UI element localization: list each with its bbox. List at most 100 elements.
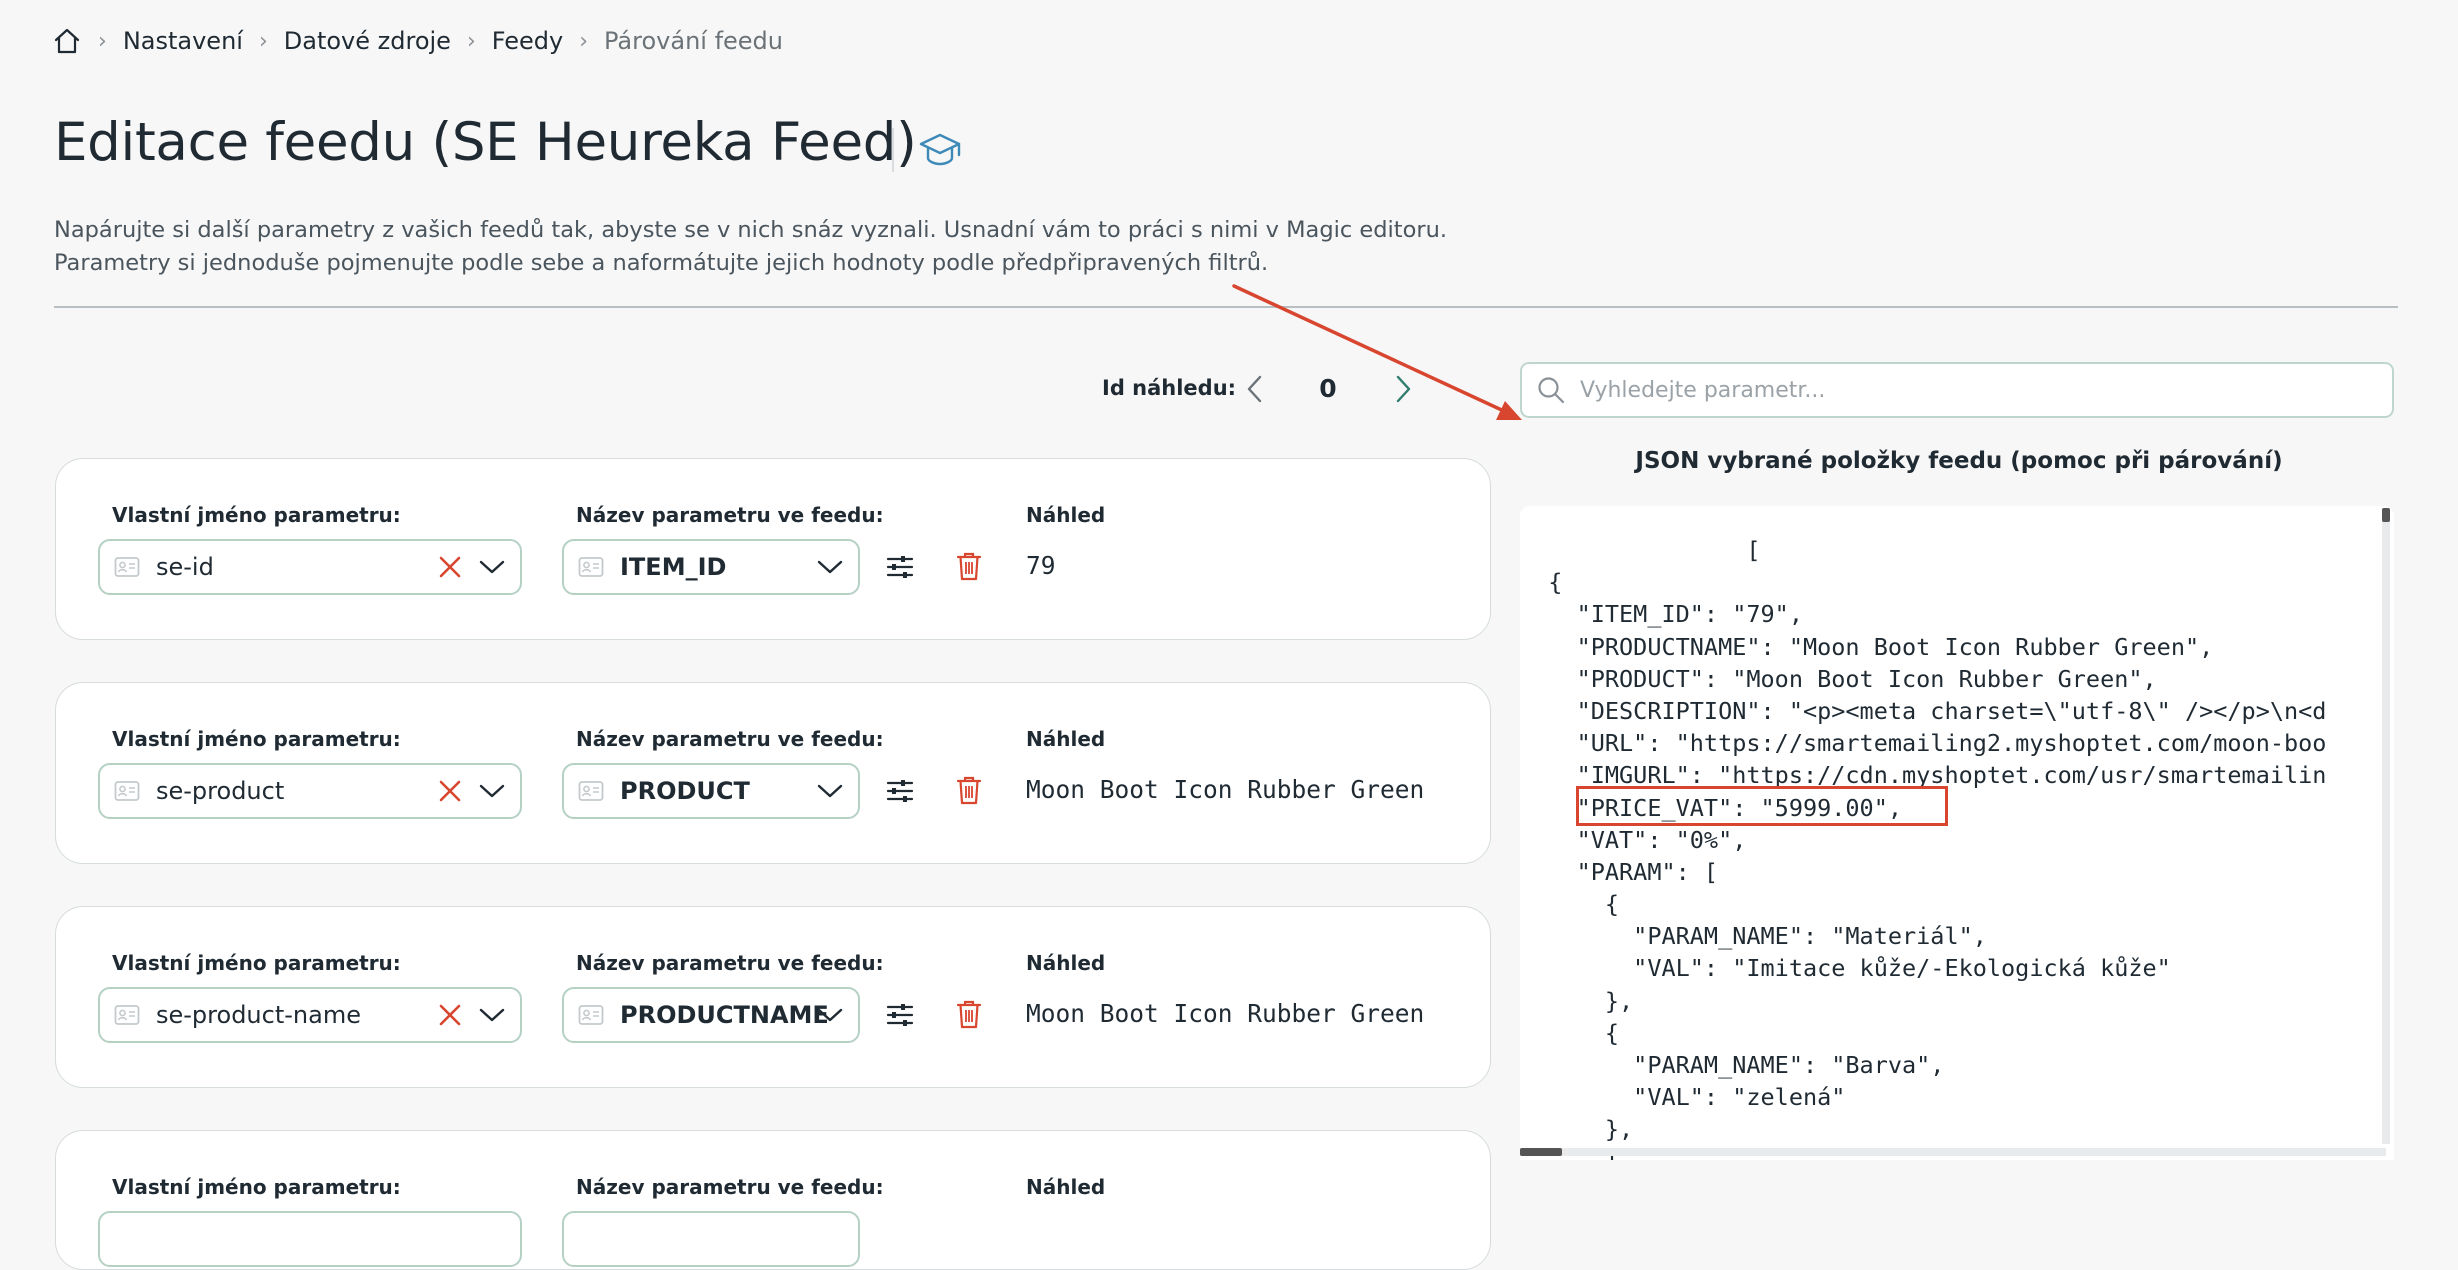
intro-text: Napárujte si další parametry z vašich fe… xyxy=(54,214,1447,280)
json-panel-title: JSON vybrané položky feedu (pomoc při pá… xyxy=(1635,448,2283,474)
feed-param-label: Název parametru ve feedu: xyxy=(576,727,884,751)
close-icon[interactable] xyxy=(438,1003,462,1027)
chevron-down-icon[interactable] xyxy=(816,1005,844,1025)
close-icon[interactable] xyxy=(438,555,462,579)
json-line: "VAL": "Imitace kůže/-Ekologická kůže" xyxy=(1520,954,2171,983)
id-card-icon xyxy=(578,557,604,577)
json-line: { xyxy=(1520,1018,1620,1047)
json-panel[interactable]: [ { "ITEM_ID": "79", "PRODUCTNAME": "Moo… xyxy=(1520,506,2394,1160)
breadcrumb-item-settings[interactable]: Nastavení xyxy=(123,27,243,55)
home-icon[interactable] xyxy=(52,26,82,56)
chevron-down-icon[interactable] xyxy=(478,781,506,801)
json-line: "URL": "https://smartemailing2.myshoptet… xyxy=(1520,729,2327,758)
vertical-scrollbar[interactable] xyxy=(2382,508,2390,1144)
filter-settings-icon[interactable] xyxy=(886,777,914,805)
json-line: { xyxy=(1520,890,1620,919)
chevron-down-icon[interactable] xyxy=(816,781,844,801)
json-line: "PARAM_NAME": "Barva", xyxy=(1520,1051,1945,1079)
preview-value: 79 xyxy=(1026,551,1056,580)
scrollbar-thumb[interactable] xyxy=(2382,508,2390,522)
id-card-icon xyxy=(114,1005,140,1025)
trash-icon[interactable] xyxy=(956,551,982,581)
feed-param-label: Název parametru ve feedu: xyxy=(576,503,884,527)
id-card-icon xyxy=(578,1005,604,1025)
feed-param-select[interactable]: ITEM_ID xyxy=(562,539,860,595)
trash-icon[interactable] xyxy=(956,775,982,805)
filter-settings-icon[interactable] xyxy=(886,1001,914,1029)
chevron-down-icon[interactable] xyxy=(478,557,506,577)
json-line: "VAL": "zelená" xyxy=(1520,1083,1846,1112)
json-line: }, xyxy=(1520,1115,1634,1144)
json-code: [ { "ITEM_ID": "79", "PRODUCTNAME": "Moo… xyxy=(1520,534,2326,1160)
param-card: Vlastní jméno parametru: Název parametru… xyxy=(55,682,1491,864)
custom-name-label: Vlastní jméno parametru: xyxy=(112,1175,401,1199)
param-card: Vlastní jméno parametru: Název parametru… xyxy=(55,458,1491,640)
preview-label: Náhled xyxy=(1026,951,1106,975)
breadcrumb-separator: › xyxy=(579,28,589,54)
preview-value: Moon Boot Icon Rubber Green xyxy=(1026,999,1425,1028)
breadcrumb-item-feeds[interactable]: Feedy xyxy=(492,27,563,55)
intro-line: Napárujte si další parametry z vašich fe… xyxy=(54,217,1448,243)
close-icon[interactable] xyxy=(438,779,462,803)
feed-param-value: PRODUCTNAME xyxy=(620,1001,829,1029)
json-line: "PARAM_NAME": "Materiál", xyxy=(1520,922,1987,951)
graduation-cap-icon[interactable] xyxy=(918,128,962,172)
custom-name-label: Vlastní jméno parametru: xyxy=(112,503,401,527)
custom-name-select[interactable]: se-id xyxy=(98,539,522,595)
json-line: "PRODUCTNAME": "Moon Boot Icon Rubber Gr… xyxy=(1520,632,2214,661)
feed-param-value: ITEM_ID xyxy=(620,553,727,581)
preview-id-value: 0 xyxy=(1319,374,1337,403)
breadcrumb-separator: › xyxy=(466,28,476,54)
preview-id-label: Id náhledu: xyxy=(1102,376,1237,400)
id-card-icon xyxy=(578,781,604,801)
json-line: "PRODUCT": "Moon Boot Icon Rubber Green"… xyxy=(1520,664,2157,693)
intro-line: Parametry si jednoduše pojmenujte podle … xyxy=(54,250,1269,276)
search-icon xyxy=(1538,377,1565,404)
param-card: Vlastní jméno parametru: Název parametru… xyxy=(55,906,1491,1088)
json-line: }, xyxy=(1520,986,1634,1015)
custom-name-select[interactable]: se-product-name xyxy=(98,987,522,1043)
scrollbar-thumb[interactable] xyxy=(1520,1148,1562,1156)
id-card-icon xyxy=(114,557,140,577)
preview-value: Moon Boot Icon Rubber Green xyxy=(1026,775,1425,804)
param-card: Vlastní jméno parametru: Název parametru… xyxy=(55,1130,1491,1270)
breadcrumb-separator: › xyxy=(98,28,107,54)
custom-name-select[interactable]: se-product xyxy=(98,763,522,819)
filter-settings-icon[interactable] xyxy=(886,553,914,581)
search-box[interactable] xyxy=(1520,362,2394,418)
feed-param-select[interactable] xyxy=(562,1211,860,1267)
custom-name-value: se-product xyxy=(156,777,285,805)
feed-param-value: PRODUCT xyxy=(620,777,750,805)
preview-label: Náhled xyxy=(1026,727,1106,751)
custom-name-value: se-id xyxy=(156,553,214,581)
chevron-down-icon[interactable] xyxy=(478,1005,506,1025)
chevron-right-icon[interactable] xyxy=(1388,372,1418,406)
feed-param-select[interactable]: PRODUCTNAME xyxy=(562,987,860,1043)
custom-name-value: se-product-name xyxy=(156,1001,361,1029)
json-line: "ITEM_ID": "79", xyxy=(1520,600,1803,629)
json-line: "VAT": "0%", xyxy=(1520,825,1747,854)
horizontal-scrollbar[interactable] xyxy=(1520,1148,2386,1156)
search-input[interactable] xyxy=(1578,376,2362,404)
custom-name-label: Vlastní jméno parametru: xyxy=(112,951,401,975)
json-line: "PARAM": [ xyxy=(1520,857,1719,886)
chevron-down-icon[interactable] xyxy=(816,557,844,577)
annotation-highlight-box xyxy=(1576,786,1948,826)
custom-name-select[interactable] xyxy=(98,1211,522,1267)
preview-label: Náhled xyxy=(1026,1175,1106,1199)
custom-name-label: Vlastní jméno parametru: xyxy=(112,727,401,751)
id-card-icon xyxy=(114,781,140,801)
feed-param-label: Název parametru ve feedu: xyxy=(576,951,884,975)
breadcrumb: › Nastavení › Datové zdroje › Feedy › Pá… xyxy=(52,26,783,56)
json-line: [ xyxy=(1520,536,1761,564)
breadcrumb-separator: › xyxy=(258,28,268,54)
page-title: Editace feedu (SE Heureka Feed) xyxy=(54,112,917,173)
breadcrumb-item-data-sources[interactable]: Datové zdroje xyxy=(284,27,451,55)
feed-param-select[interactable]: PRODUCT xyxy=(562,763,860,819)
section-divider xyxy=(54,306,2398,308)
trash-icon[interactable] xyxy=(956,999,982,1029)
breadcrumb-current: Párování feedu xyxy=(604,27,783,55)
feed-param-label: Název parametru ve feedu: xyxy=(576,1175,884,1199)
preview-label: Náhled xyxy=(1026,503,1106,527)
chevron-left-icon[interactable] xyxy=(1240,372,1270,406)
